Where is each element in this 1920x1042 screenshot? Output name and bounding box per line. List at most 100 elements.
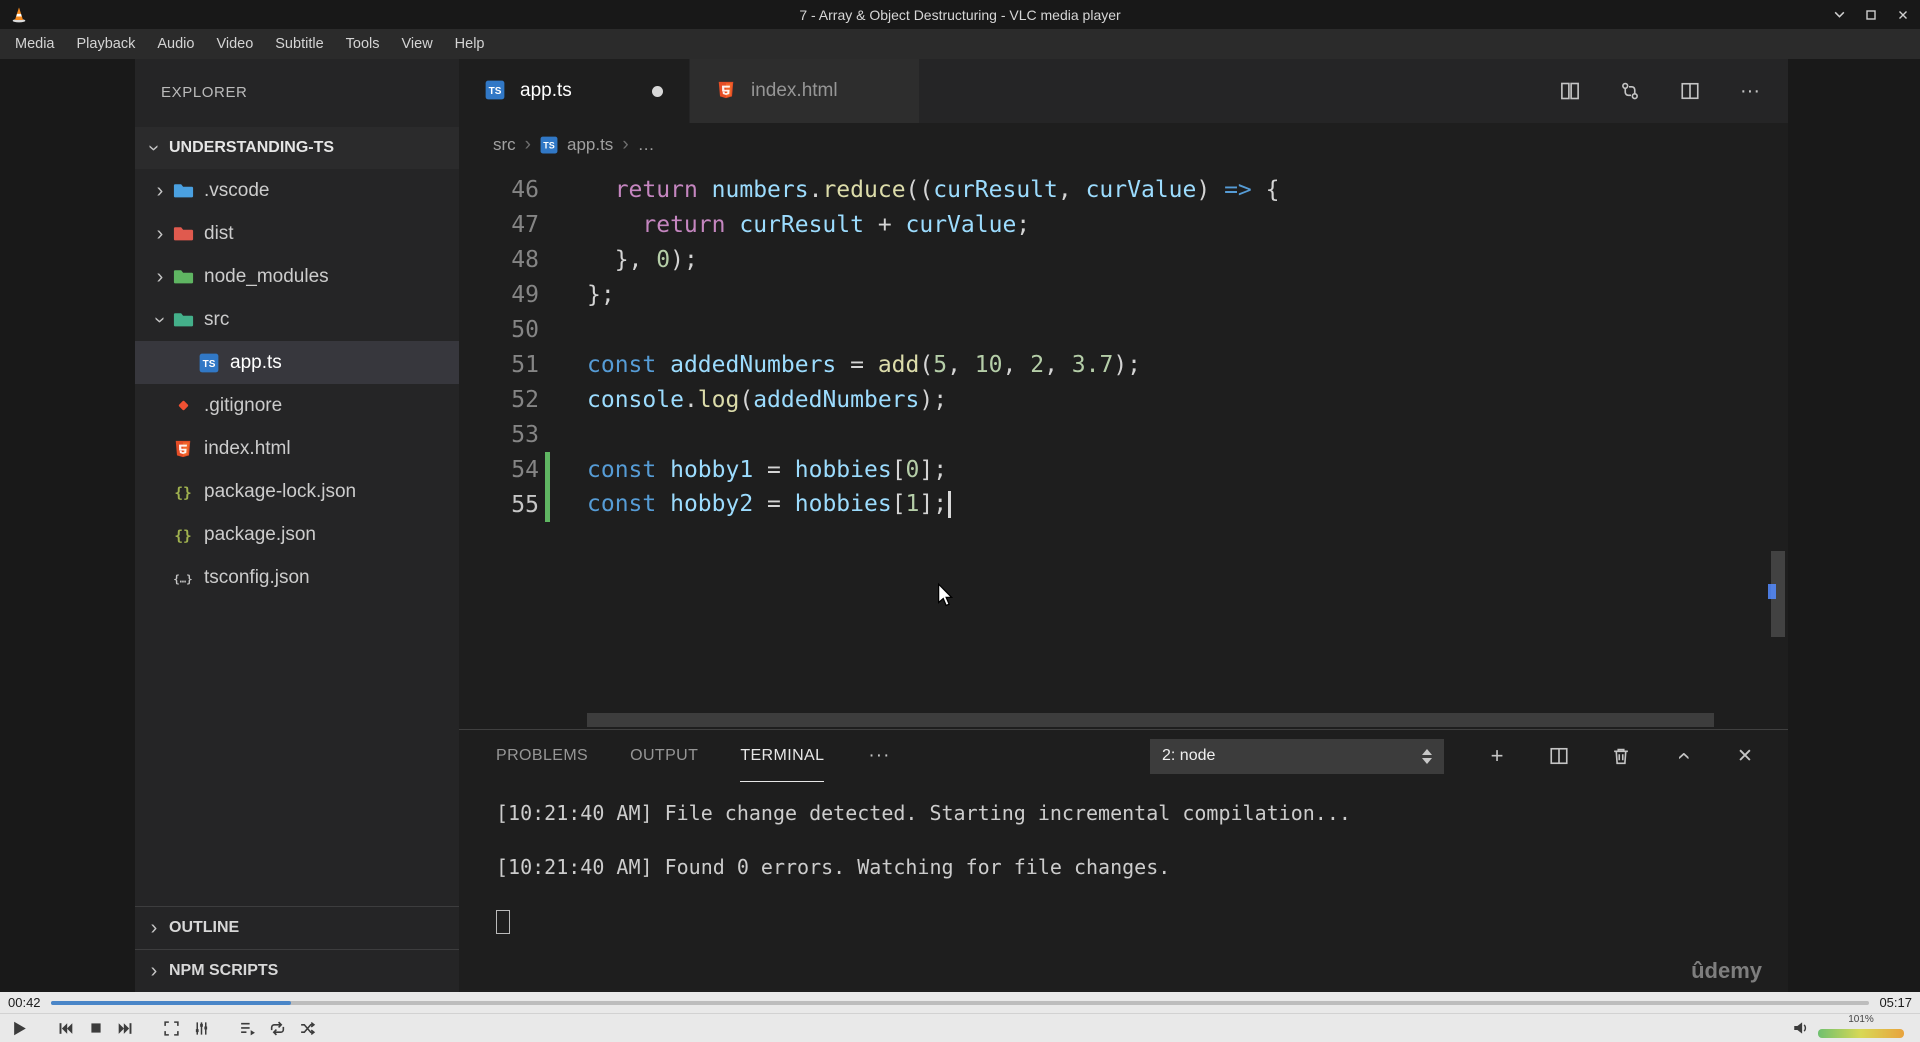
panel-tab-terminal[interactable]: TERMINAL bbox=[740, 730, 825, 782]
split-terminal-button[interactable] bbox=[1548, 745, 1570, 767]
terminal-output[interactable]: [10:21:40 AM] File change detected. Star… bbox=[459, 782, 1788, 934]
mouse-cursor bbox=[938, 582, 954, 607]
typescript-file-icon: TS bbox=[540, 136, 558, 154]
tree-item-label: index.html bbox=[204, 437, 291, 459]
tree-item-label: app.ts bbox=[230, 351, 282, 373]
tree-item-label: tsconfig.json bbox=[204, 566, 310, 588]
tree-item-.vscode[interactable]: › .vscode bbox=[135, 169, 459, 212]
close-button[interactable] bbox=[1894, 6, 1912, 24]
code-text: const addedNumbers = add(5, 10, 2, 3.7); bbox=[587, 351, 1142, 378]
more-actions-icon[interactable]: ··· bbox=[1740, 80, 1760, 102]
terminal-selector[interactable]: 2: node bbox=[1150, 738, 1444, 774]
fullscreen-button[interactable] bbox=[158, 1016, 185, 1040]
seek-slider[interactable] bbox=[50, 1000, 1870, 1005]
chevron-down-icon: › bbox=[149, 316, 171, 323]
tree-item-node_modules[interactable]: › node_modules bbox=[135, 255, 459, 298]
close-panel-button[interactable]: ✕ bbox=[1734, 745, 1756, 767]
gutter bbox=[539, 312, 559, 347]
chevron-right-icon: › bbox=[156, 222, 164, 245]
git-compare-icon[interactable] bbox=[1620, 81, 1640, 101]
npm-scripts-section[interactable]: › NPM SCRIPTS bbox=[135, 949, 459, 992]
tree-item-dist[interactable]: › dist bbox=[135, 212, 459, 255]
gutter bbox=[539, 417, 559, 452]
tree-item-package-lock.json[interactable]: {} package-lock.json bbox=[135, 470, 459, 513]
project-section-header[interactable]: › UNDERSTANDING-TS bbox=[135, 127, 459, 169]
vlc-menubar: Media Playback Audio Video Subtitle Tools View… bbox=[0, 29, 1920, 59]
explorer-header: EXPLORER bbox=[161, 84, 248, 101]
breadcrumb-item-more[interactable]: … bbox=[638, 135, 655, 155]
menu-audio[interactable]: Audio bbox=[146, 29, 205, 59]
gutter bbox=[539, 382, 559, 417]
next-button[interactable] bbox=[112, 1016, 139, 1040]
code-line-54: 54 const hobby1 = hobbies[0]; bbox=[459, 452, 1788, 487]
playlist-button[interactable] bbox=[234, 1016, 261, 1040]
tree-item-label: package.json bbox=[204, 523, 316, 545]
chevron-separator-icon: › bbox=[524, 134, 531, 155]
folder-icon bbox=[171, 179, 195, 203]
editor-tabbar: TS app.ts index.html ··· bbox=[459, 59, 1788, 123]
menu-tools[interactable]: Tools bbox=[335, 29, 391, 59]
volume-slider[interactable]: 101% bbox=[1818, 1014, 1904, 1042]
code-line-52: 52 console.log(addedNumbers); bbox=[459, 382, 1788, 417]
ts-icon: TS bbox=[485, 80, 507, 102]
kill-terminal-button[interactable] bbox=[1610, 745, 1632, 767]
line-number: 48 bbox=[511, 246, 539, 273]
split-editor-icon[interactable] bbox=[1680, 81, 1700, 101]
panel-more-actions-icon[interactable]: ··· bbox=[868, 745, 890, 767]
tree-item-app.ts[interactable]: TS app.ts bbox=[135, 341, 459, 384]
stop-button[interactable] bbox=[82, 1016, 109, 1040]
code-text: }; bbox=[587, 281, 615, 308]
minimize-button[interactable] bbox=[1830, 6, 1848, 24]
line-number: 47 bbox=[511, 211, 539, 238]
tree-item-tsconfig.json[interactable]: {…} tsconfig.json bbox=[135, 556, 459, 599]
tree-item-package.json[interactable]: {} package.json bbox=[135, 513, 459, 556]
line-number: 46 bbox=[511, 176, 539, 203]
maximize-panel-button[interactable]: › bbox=[1669, 745, 1696, 767]
menu-help[interactable]: Help bbox=[444, 29, 496, 59]
code-text: const hobby1 = hobbies[0]; bbox=[587, 456, 948, 483]
shuffle-button[interactable] bbox=[294, 1016, 321, 1040]
tree-item-label: package-lock.json bbox=[204, 480, 357, 502]
menu-playback[interactable]: Playback bbox=[66, 29, 147, 59]
tsconfig-icon: {…} bbox=[171, 566, 195, 590]
modified-indicator[interactable] bbox=[652, 85, 663, 97]
outline-section[interactable]: › OUTLINE bbox=[135, 906, 459, 949]
udemy-watermark: ûdemy bbox=[1691, 958, 1762, 983]
open-changes-icon[interactable] bbox=[1560, 81, 1580, 101]
tree-item-.gitignore[interactable]: .gitignore bbox=[135, 384, 459, 427]
new-terminal-button[interactable]: + bbox=[1486, 743, 1508, 768]
vertical-scrollbar[interactable] bbox=[1768, 167, 1788, 729]
menu-view[interactable]: View bbox=[391, 29, 444, 59]
tab-index.html[interactable]: index.html bbox=[689, 59, 919, 123]
extended-settings-button[interactable] bbox=[188, 1016, 215, 1040]
breadcrumb-item-file[interactable]: app.ts bbox=[567, 135, 613, 155]
menu-subtitle[interactable]: Subtitle bbox=[264, 29, 334, 59]
menu-media[interactable]: Media bbox=[4, 29, 66, 59]
folder-icon bbox=[171, 308, 195, 332]
chevron-separator-icon: › bbox=[622, 134, 629, 155]
panel-tab-problems[interactable]: PROBLEMS bbox=[496, 730, 588, 782]
svg-text:{}: {} bbox=[174, 528, 191, 544]
gutter bbox=[539, 347, 559, 382]
loop-button[interactable] bbox=[264, 1016, 291, 1040]
code-editor[interactable]: 46 return numbers.reduce((curResult, cur… bbox=[459, 167, 1788, 729]
tree-item-src[interactable]: › src bbox=[135, 298, 459, 341]
tree-item-label: dist bbox=[204, 222, 234, 244]
tree-item-index.html[interactable]: index.html bbox=[135, 427, 459, 470]
tree-item-label: .gitignore bbox=[204, 394, 283, 416]
line-number: 49 bbox=[511, 281, 539, 308]
volume-bar[interactable] bbox=[1818, 1029, 1904, 1038]
previous-button[interactable] bbox=[52, 1016, 79, 1040]
panel-tab-output[interactable]: OUTPUT bbox=[630, 730, 698, 782]
play-button[interactable] bbox=[6, 1016, 33, 1040]
tab-label: index.html bbox=[751, 80, 838, 101]
tab-app.ts[interactable]: TS app.ts bbox=[459, 59, 689, 123]
video-area[interactable]: EXPLORER › UNDERSTANDING-TS › .vscode › dis… bbox=[0, 59, 1920, 992]
terminal-selector-value: 2: node bbox=[1162, 747, 1216, 764]
speaker-icon[interactable] bbox=[1792, 1019, 1810, 1037]
horizontal-scrollbar[interactable] bbox=[587, 713, 1714, 727]
menu-video[interactable]: Video bbox=[205, 29, 264, 59]
maximize-button[interactable] bbox=[1862, 6, 1880, 24]
breadcrumb-item-src[interactable]: src bbox=[493, 135, 516, 155]
